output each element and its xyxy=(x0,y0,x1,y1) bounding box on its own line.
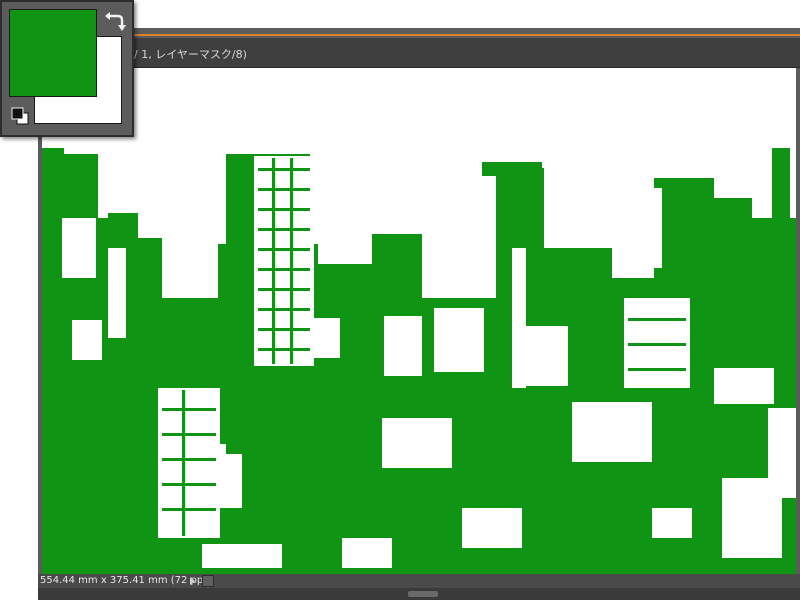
canvas-area[interactable] xyxy=(42,68,796,574)
status-bar: 554.44 mm x 375.41 mm (72 ppi) xyxy=(38,574,800,588)
document-window: / 1, レイヤーマスク/8) 554.44 mm x 375.41 mm (7… xyxy=(38,28,800,600)
horizontal-scrollbar[interactable] xyxy=(38,588,800,600)
swap-arrows-icon[interactable] xyxy=(104,10,126,32)
active-document-indicator xyxy=(38,34,800,36)
default-colors-icon[interactable] xyxy=(10,106,30,126)
status-menu-arrow-icon[interactable] xyxy=(190,577,195,585)
document-dimensions: 554.44 mm x 375.41 mm (72 ppi) xyxy=(40,575,210,586)
document-tab[interactable]: / 1, レイヤーマスク/8) xyxy=(38,38,800,68)
document-tab-title: / 1, レイヤーマスク/8) xyxy=(134,48,247,61)
color-picker-widget xyxy=(0,0,134,137)
canvas-image[interactable] xyxy=(42,68,796,574)
foreground-color-swatch[interactable] xyxy=(9,9,97,97)
status-menu-button[interactable] xyxy=(202,575,214,587)
scrollbar-thumb[interactable] xyxy=(408,591,438,597)
